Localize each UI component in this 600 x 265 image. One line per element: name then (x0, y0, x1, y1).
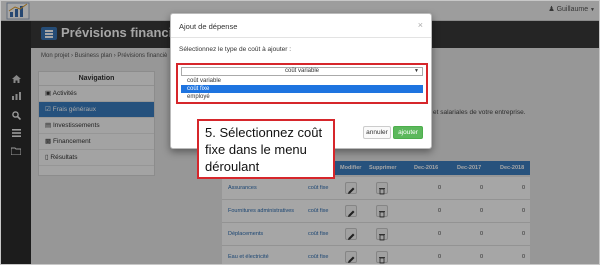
add-button[interactable]: ajouter (393, 126, 423, 139)
close-icon[interactable]: × (418, 20, 423, 30)
option-cout-variable[interactable]: coût variable (181, 77, 423, 85)
modal-divider (171, 37, 431, 38)
caret-down-icon: ▼ (414, 68, 419, 74)
option-cout-fixe[interactable]: coût fixe (181, 85, 423, 93)
modal-title: Ajout de dépense (179, 22, 238, 31)
cost-type-label: Sélectionnez le type de coût à ajouter : (179, 46, 292, 53)
option-employe[interactable]: employé (181, 93, 423, 101)
instruction-callout: 5. Sélectionnez coût fixe dans le menu d… (197, 119, 335, 179)
select-value: coût variable (284, 68, 320, 74)
cost-type-select-highlight: coût variable ▼ coût variable coût fixe … (176, 63, 428, 104)
cancel-button[interactable]: annuler (363, 126, 391, 139)
cost-type-select[interactable]: coût variable ▼ (181, 67, 423, 76)
app-window: ♟ Guillaume ▼ Prévisions financières Mon… (0, 0, 600, 265)
